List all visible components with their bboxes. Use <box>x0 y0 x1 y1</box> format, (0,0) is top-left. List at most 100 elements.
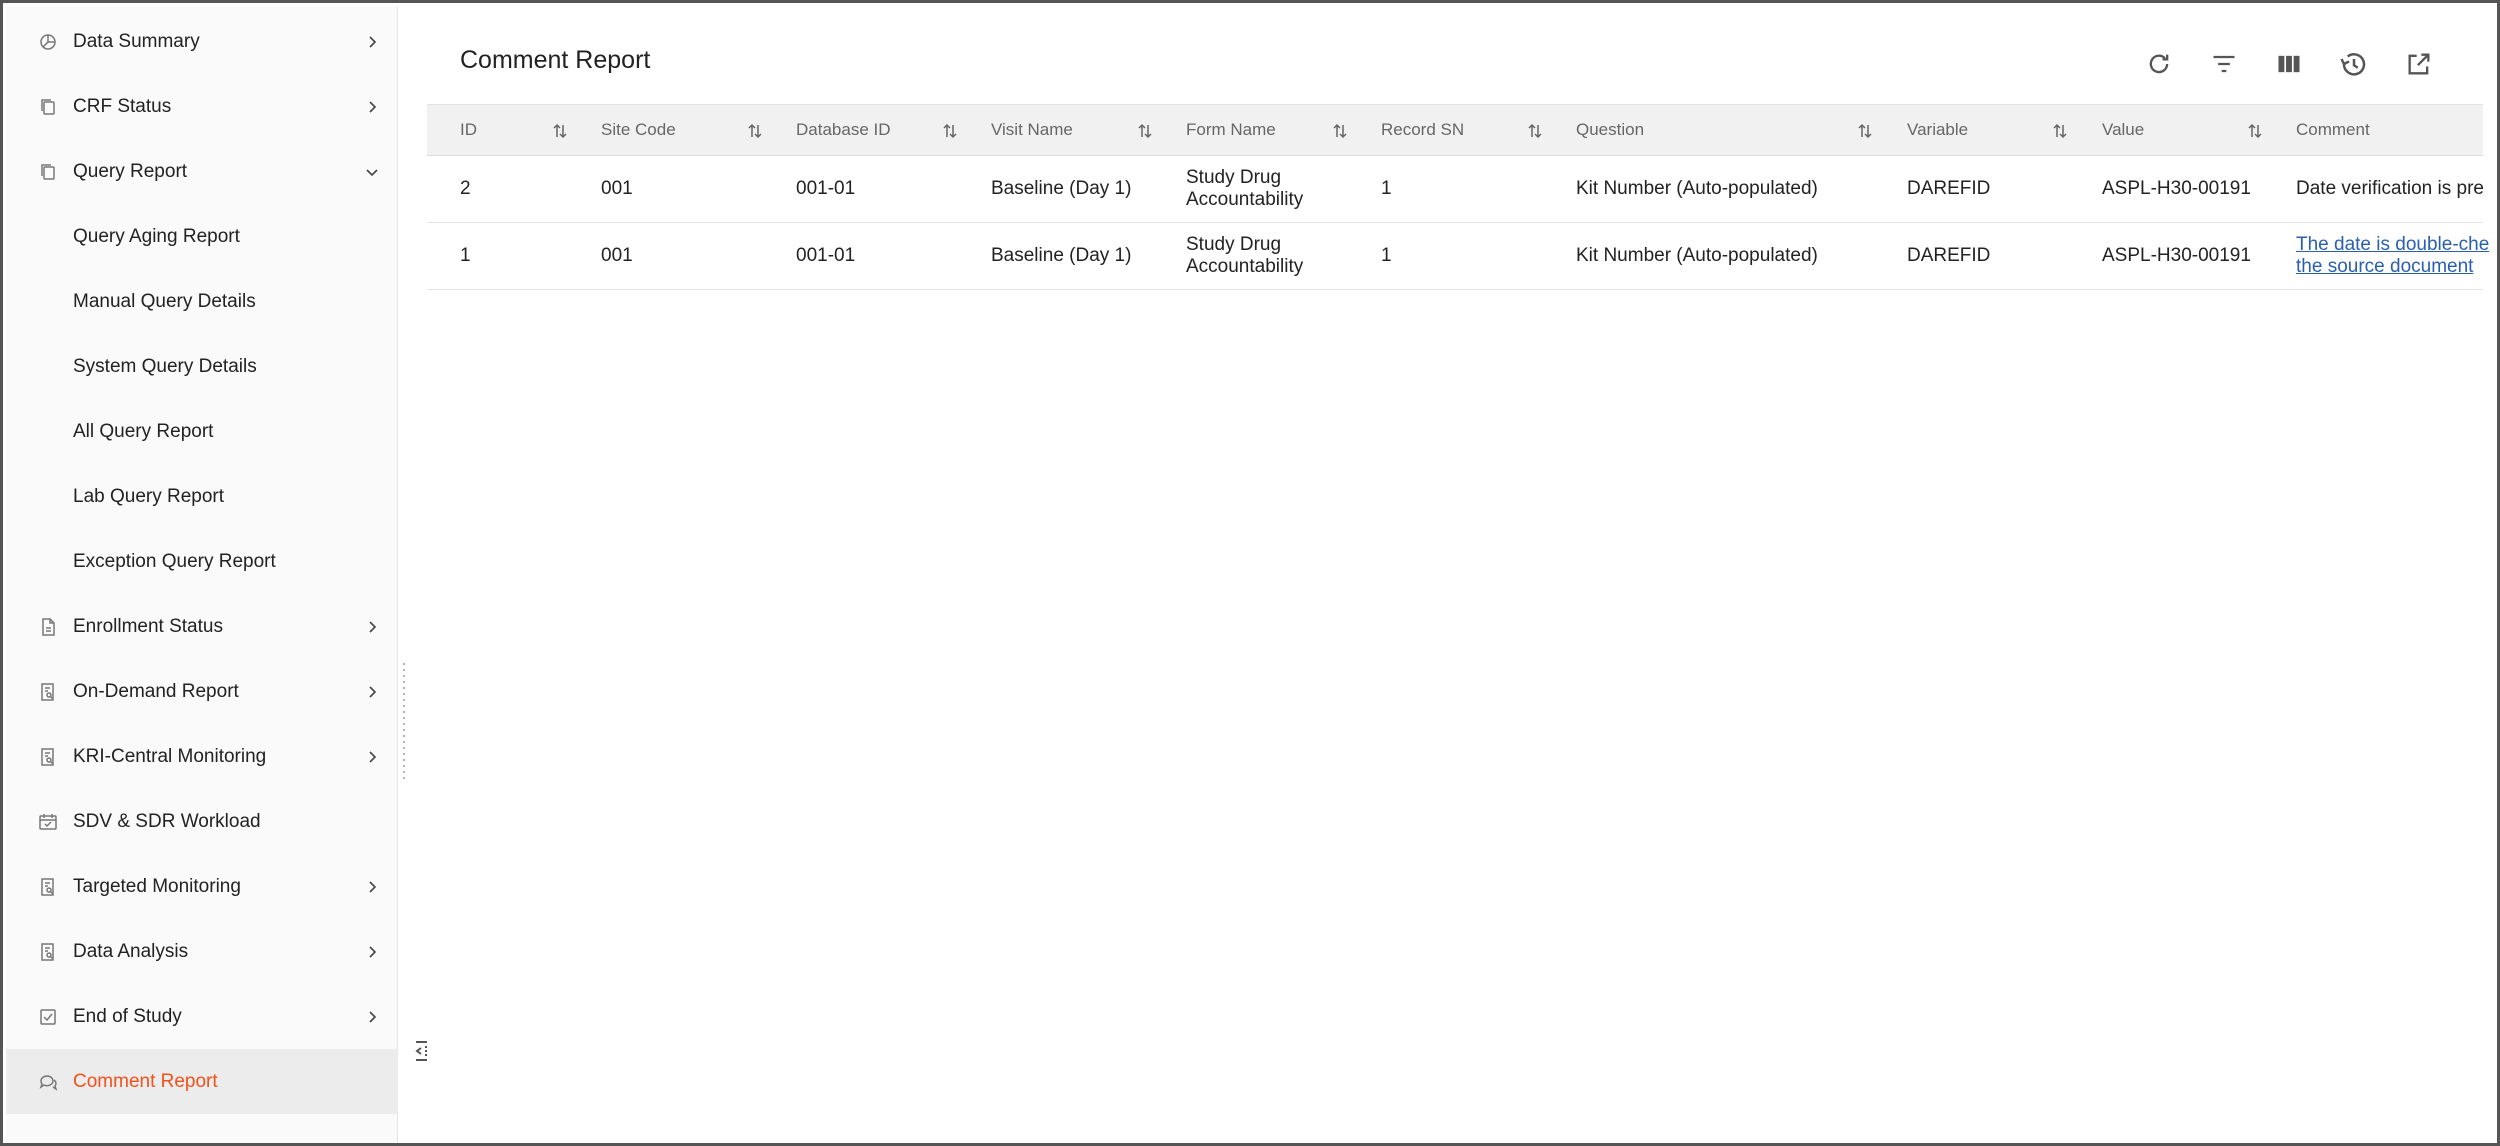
sidebar-resize-handle[interactable] <box>401 661 409 779</box>
chevron-right-icon <box>364 879 380 895</box>
main-content: Comment Report ID Site Code Database ID … <box>427 6 2489 1143</box>
sidebar-item-data-summary[interactable]: Data Summary <box>6 9 398 74</box>
chevron-right-icon <box>364 684 380 700</box>
cell-id: 2 <box>460 178 471 199</box>
report-search-icon <box>36 875 60 899</box>
chevron-right-icon <box>364 34 380 50</box>
sort-icon[interactable] <box>1332 122 1348 140</box>
history-icon[interactable] <box>2336 46 2372 82</box>
document-icon <box>36 615 60 639</box>
check-square-icon <box>36 1005 60 1029</box>
cell-form-name: Study Drug Accountability <box>1186 234 1304 277</box>
sort-icon[interactable] <box>747 122 763 140</box>
report-search-icon <box>36 940 60 964</box>
sidebar-item-query-report[interactable]: Query Report <box>6 139 398 204</box>
column-header-question[interactable]: Question <box>1576 105 1644 155</box>
column-header-database-id[interactable]: Database ID <box>796 105 891 155</box>
sidebar-item-label: System Query Details <box>73 355 257 377</box>
sidebar-subitem-query-aging-report[interactable]: Query Aging Report <box>6 204 398 269</box>
sidebar-item-label: End of Study <box>73 1005 182 1027</box>
sidebar-subitem-lab-query-report[interactable]: Lab Query Report <box>6 464 398 529</box>
cell-id: 1 <box>460 245 471 266</box>
sidebar-item-comment-report[interactable]: Comment Report <box>6 1049 398 1114</box>
sort-icon[interactable] <box>942 122 958 140</box>
cell-comment: Date verification is pre <box>2296 178 2484 199</box>
sidebar-item-label: KRI-Central Monitoring <box>73 745 267 767</box>
chart-pie-icon <box>36 30 60 54</box>
sidebar-item-label: SDV & SDR Workload <box>73 810 261 832</box>
cell-comment-link[interactable]: The date is double-che the source docume… <box>2296 223 2493 289</box>
column-header-visit-name[interactable]: Visit Name <box>991 105 1073 155</box>
sidebar-item-on-demand-report[interactable]: On-Demand Report <box>6 659 398 724</box>
column-header-comment[interactable]: Comment <box>2296 105 2370 155</box>
cell-question: Kit Number (Auto-populated) <box>1576 178 1818 199</box>
sort-icon[interactable] <box>2052 122 2068 140</box>
chevron-right-icon <box>364 619 380 635</box>
column-header-record-sn[interactable]: Record SN <box>1381 105 1464 155</box>
copy-doc-icon <box>36 160 60 184</box>
calendar-check-icon <box>36 810 60 834</box>
sidebar-item-label: Data Analysis <box>73 940 189 962</box>
sort-icon[interactable] <box>1137 122 1153 140</box>
cell-database-id: 001-01 <box>796 245 856 266</box>
sidebar-item-data-analysis[interactable]: Data Analysis <box>6 919 398 984</box>
report-search-icon <box>36 745 60 769</box>
cell-form-name: Study Drug Accountability <box>1186 167 1304 210</box>
sidebar: Data Summary CRF Status Query Report Que… <box>6 6 398 1143</box>
sidebar-subitem-manual-query-details[interactable]: Manual Query Details <box>6 269 398 334</box>
cell-value: ASPL-H30-00191 <box>2102 178 2251 199</box>
column-header-id[interactable]: ID <box>460 105 477 155</box>
cell-value: ASPL-H30-00191 <box>2102 245 2251 266</box>
column-header-value[interactable]: Value <box>2102 105 2144 155</box>
chevron-right-icon <box>364 1009 380 1025</box>
page-title: Comment Report <box>460 46 651 74</box>
open-external-icon[interactable] <box>2401 46 2437 82</box>
chevron-right-icon <box>364 99 380 115</box>
column-header-variable[interactable]: Variable <box>1907 105 1968 155</box>
refresh-icon[interactable] <box>2141 46 2177 82</box>
table-row[interactable]: 2 001 001-01 Baseline (Day 1) Study Drug… <box>427 156 2484 223</box>
cell-record-sn: 1 <box>1381 245 1392 266</box>
app-window: Data Summary CRF Status Query Report Que… <box>0 0 2500 1146</box>
sidebar-item-label: Comment Report <box>73 1070 218 1092</box>
sidebar-item-label: Targeted Monitoring <box>73 875 241 897</box>
cell-visit-name: Baseline (Day 1) <box>991 178 1132 199</box>
sidebar-subitem-all-query-report[interactable]: All Query Report <box>6 399 398 464</box>
sidebar-item-label: Lab Query Report <box>73 485 225 507</box>
sidebar-item-label: Query Report <box>73 160 188 182</box>
cell-site-code: 001 <box>601 178 633 199</box>
sidebar-item-enrollment-status[interactable]: Enrollment Status <box>6 594 398 659</box>
sidebar-item-targeted-monitoring[interactable]: Targeted Monitoring <box>6 854 398 919</box>
sidebar-subitem-system-query-details[interactable]: System Query Details <box>6 334 398 399</box>
sidebar-item-kri-central-monitoring[interactable]: KRI-Central Monitoring <box>6 724 398 789</box>
chevron-right-icon <box>364 944 380 960</box>
comment-report-table: ID Site Code Database ID Visit Name Form… <box>427 104 2489 290</box>
copy-doc-icon <box>36 95 60 119</box>
sidebar-item-label: Query Aging Report <box>73 225 240 247</box>
sidebar-subitem-exception-query-report[interactable]: Exception Query Report <box>6 529 398 594</box>
sidebar-item-label: CRF Status <box>73 95 172 117</box>
table-header: ID Site Code Database ID Visit Name Form… <box>427 104 2483 156</box>
table-row[interactable]: 1 001 001-01 Baseline (Day 1) Study Drug… <box>427 223 2489 290</box>
sort-icon[interactable] <box>1527 122 1543 140</box>
report-search-icon <box>36 680 60 704</box>
sidebar-item-crf-status[interactable]: CRF Status <box>6 74 398 139</box>
sidebar-item-sdv-sdr-workload[interactable]: SDV & SDR Workload <box>6 789 398 854</box>
sort-icon[interactable] <box>1857 122 1873 140</box>
sidebar-item-label: Exception Query Report <box>73 550 276 572</box>
cell-site-code: 001 <box>601 245 633 266</box>
cell-visit-name: Baseline (Day 1) <box>991 245 1132 266</box>
cell-variable: DAREFID <box>1907 245 1991 266</box>
sort-icon[interactable] <box>2247 122 2263 140</box>
columns-icon[interactable] <box>2271 46 2307 82</box>
cell-question: Kit Number (Auto-populated) <box>1576 245 1818 266</box>
column-header-form-name[interactable]: Form Name <box>1186 105 1276 155</box>
chevron-down-icon <box>364 164 380 180</box>
chevron-right-icon <box>364 749 380 765</box>
sidebar-item-label: Enrollment Status <box>73 615 223 637</box>
sidebar-item-label: On-Demand Report <box>73 680 239 702</box>
sort-icon[interactable] <box>552 122 568 140</box>
sidebar-item-end-of-study[interactable]: End of Study <box>6 984 398 1049</box>
filter-icon[interactable] <box>2206 46 2242 82</box>
column-header-site-code[interactable]: Site Code <box>601 105 676 155</box>
